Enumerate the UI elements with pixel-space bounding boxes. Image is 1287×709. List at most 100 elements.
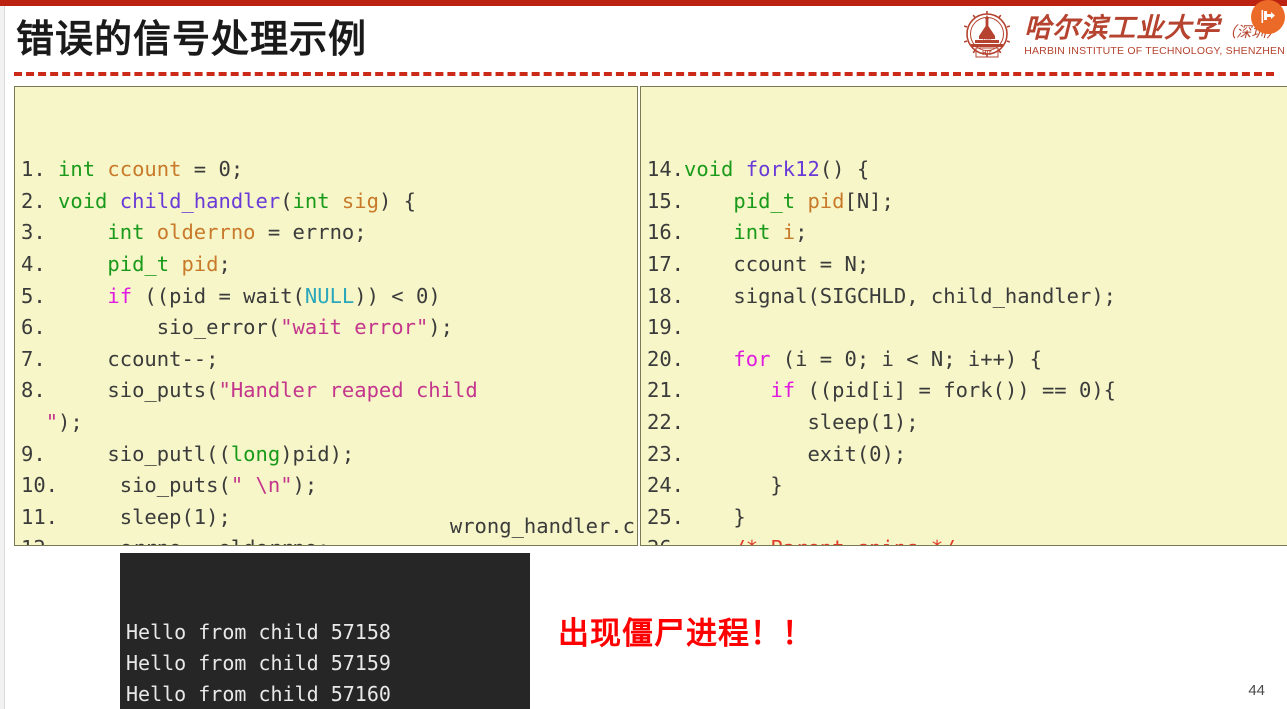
code-token: ccount	[107, 157, 182, 182]
svg-text:HIT: HIT	[982, 51, 992, 57]
code-line-number: 26.	[647, 536, 684, 545]
code-token: exit(0);	[684, 441, 907, 466]
code-token: signal(SIGCHLD, child_handler);	[684, 283, 1117, 308]
code-token: pid	[181, 251, 219, 276]
share-export-icon	[1261, 10, 1275, 23]
code-line: 23. exit(0);	[647, 439, 1287, 471]
page-title: 错误的信号处理示例	[16, 18, 368, 61]
code-line-number: 18.	[647, 283, 685, 308]
code-block-left: 1. int ccount = 0; 2. void child_handler(…	[14, 86, 638, 546]
source-filename-label: wrong_handler.c	[449, 514, 635, 539]
code-token: (	[280, 188, 293, 213]
code-token: () {	[819, 157, 870, 182]
logo-english-name: HARBIN INSTITUTE OF TECHNOLOGY, SHENZHEN	[1024, 45, 1285, 58]
code-line-number: 11.	[21, 504, 59, 529]
code-token: }	[684, 473, 783, 498]
code-token: );	[58, 409, 83, 434]
code-line: ");	[21, 407, 637, 439]
code-token: NULL	[304, 283, 355, 308]
code-token: long	[230, 441, 281, 466]
code-token: );	[428, 315, 453, 340]
code-token: olderrno	[156, 220, 256, 245]
code-lines-left: 1. int ccount = 0; 2. void child_handler(…	[21, 154, 637, 545]
code-token: }	[684, 504, 746, 529]
code-line-number: 14.	[647, 157, 685, 182]
code-token: sio_puts(	[58, 473, 231, 498]
code-line: 16. int i;	[647, 217, 1287, 249]
code-line: 24. }	[647, 470, 1287, 502]
terminal-line: Hello from child 57158	[126, 620, 391, 644]
code-line-number: 1.	[21, 157, 46, 182]
code-line-number: 3.	[21, 220, 46, 245]
code-token: sio_putl((	[45, 441, 231, 466]
code-line-number: 25.	[647, 504, 685, 529]
code-token: );	[292, 473, 318, 498]
code-token: ((pid = wait(	[132, 283, 305, 308]
code-token: "wait error"	[280, 315, 429, 340]
code-line-number: 19.	[647, 315, 685, 340]
code-token: if	[107, 283, 133, 308]
code-line-number: 8.	[21, 378, 46, 403]
code-line: 6. sio_error("wait error");	[21, 312, 637, 344]
code-token: for	[733, 346, 771, 371]
code-token: int	[107, 220, 145, 245]
code-line-number: 21.	[647, 378, 685, 403]
code-lines-right: 14.void fork12() { 15. pid_t pid[N]; 16. i…	[647, 154, 1287, 545]
code-line-number: 16.	[647, 220, 685, 245]
code-line-number: 15.	[647, 188, 685, 213]
code-line: 15. pid_t pid[N];	[647, 186, 1287, 218]
logo-text-block: 哈尔滨工业大学 （深圳） HARBIN INSTITUTE OF TECHNOL…	[1024, 14, 1285, 58]
share-button[interactable]	[1251, 0, 1285, 34]
code-token: ;	[795, 220, 808, 245]
code-line: 19.	[647, 312, 1287, 344]
code-token: void	[684, 157, 734, 182]
logo-chinese-row: 哈尔滨工业大学 （深圳）	[1024, 14, 1285, 43]
code-line: 1. int ccount = 0;	[21, 154, 637, 186]
code-token: pid_t	[107, 251, 170, 276]
code-token: ;	[218, 251, 231, 276]
code-token: int	[292, 188, 330, 213]
code-token: ccount = N;	[684, 251, 870, 276]
code-line: 21. if ((pid[i] = fork()) == 0){	[647, 375, 1287, 407]
code-token: fork12	[745, 157, 820, 182]
code-line: 22. sleep(1);	[647, 407, 1287, 439]
code-line-number: 2.	[21, 188, 46, 213]
svg-text:1920: 1920	[983, 38, 993, 43]
code-token: = errno;	[255, 220, 367, 245]
code-token: sleep(1);	[58, 504, 231, 529]
terminal-line: Hello from child 57159	[126, 651, 391, 675]
code-token: sleep(1);	[684, 409, 919, 434]
code-block-right: 14.void fork12() { 15. pid_t pid[N]; 16. i…	[640, 86, 1287, 546]
code-token: " \n"	[230, 473, 293, 498]
code-token: )pid);	[280, 441, 355, 466]
code-line-number: 4.	[21, 251, 46, 276]
code-token: void	[58, 188, 108, 213]
code-line-number: 23.	[647, 441, 685, 466]
code-token: int	[58, 157, 96, 182]
code-line: 17. ccount = N;	[647, 249, 1287, 281]
code-line: 8. sio_puts("Handler reaped child	[21, 375, 637, 407]
code-line-number: 24.	[647, 473, 685, 498]
code-token: if	[770, 378, 796, 403]
code-line-number: 9.	[21, 441, 46, 466]
code-line: 20. for (i = 0; i < N; i++) {	[647, 344, 1287, 376]
code-token: sio_error(	[45, 315, 281, 340]
code-line-number: 22.	[647, 409, 685, 434]
code-token: /* Parent spins */	[733, 536, 955, 545]
code-line-number: 6.	[21, 315, 46, 340]
